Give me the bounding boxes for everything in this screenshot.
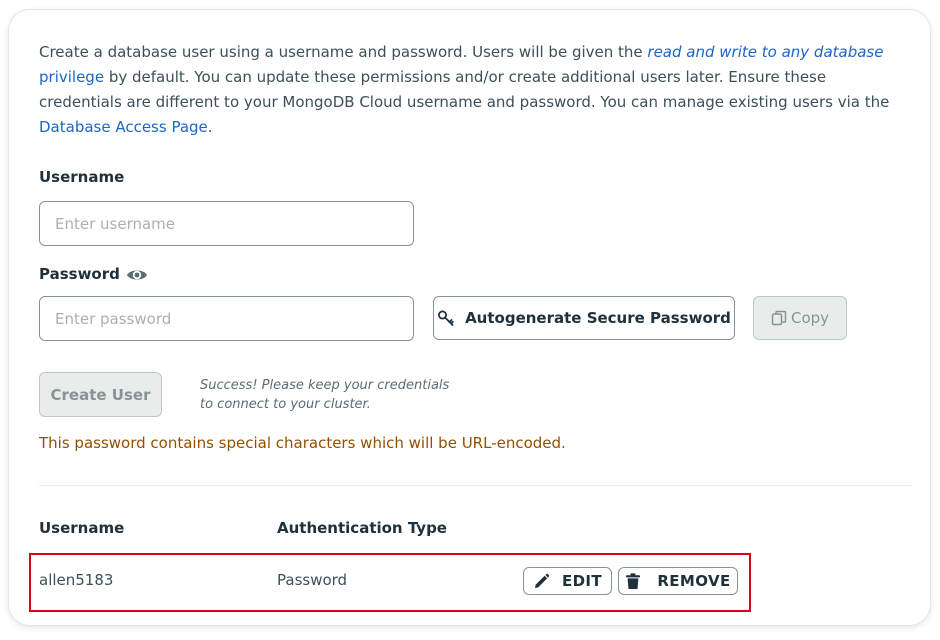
intro-text-part: . (207, 118, 213, 136)
privilege-emphasis[interactable]: read and write to any database (647, 43, 883, 61)
user-row-username: allen5183 (39, 571, 114, 589)
intro-text-part: by default. You can update these permiss… (39, 68, 890, 111)
success-message: Success! Please keep your credentials to … (200, 376, 500, 414)
url-encoding-warning: This password contains special character… (39, 434, 566, 452)
trash-icon (625, 572, 641, 590)
copy-icon (771, 310, 787, 326)
create-user-button[interactable]: Create User (39, 372, 162, 417)
username-input[interactable] (39, 201, 414, 246)
section-divider (39, 485, 912, 486)
user-row-auth-type: Password (277, 571, 348, 589)
pencil-icon (533, 573, 550, 590)
edit-label: EDIT (561, 572, 603, 590)
autogenerate-password-button[interactable]: Autogenerate Secure Password (433, 296, 735, 340)
password-label: Password (39, 265, 120, 283)
password-input[interactable] (39, 296, 414, 341)
edit-user-button[interactable]: EDIT (523, 567, 612, 595)
database-access-page-link[interactable]: Database Access Page (39, 118, 208, 136)
remove-label: REMOVE (657, 572, 731, 590)
column-header-username: Username (39, 519, 125, 537)
copy-label: Copy (790, 309, 830, 327)
intro-text: Create a database user using a username … (39, 40, 909, 140)
eye-icon[interactable] (126, 264, 148, 286)
success-line-2: to connect to your cluster. (200, 397, 371, 412)
key-icon (437, 309, 455, 327)
success-line-1: Success! Please keep your credentials (200, 378, 450, 393)
autogenerate-label: Autogenerate Secure Password (465, 309, 731, 327)
privilege-link-text[interactable]: privilege (39, 68, 104, 86)
column-header-auth-type: Authentication Type (277, 519, 447, 537)
remove-user-button[interactable]: REMOVE (618, 567, 738, 595)
username-label: Username (39, 168, 125, 186)
copy-button[interactable]: Copy (753, 296, 847, 340)
intro-text-part: Create a database user using a username … (39, 43, 648, 61)
